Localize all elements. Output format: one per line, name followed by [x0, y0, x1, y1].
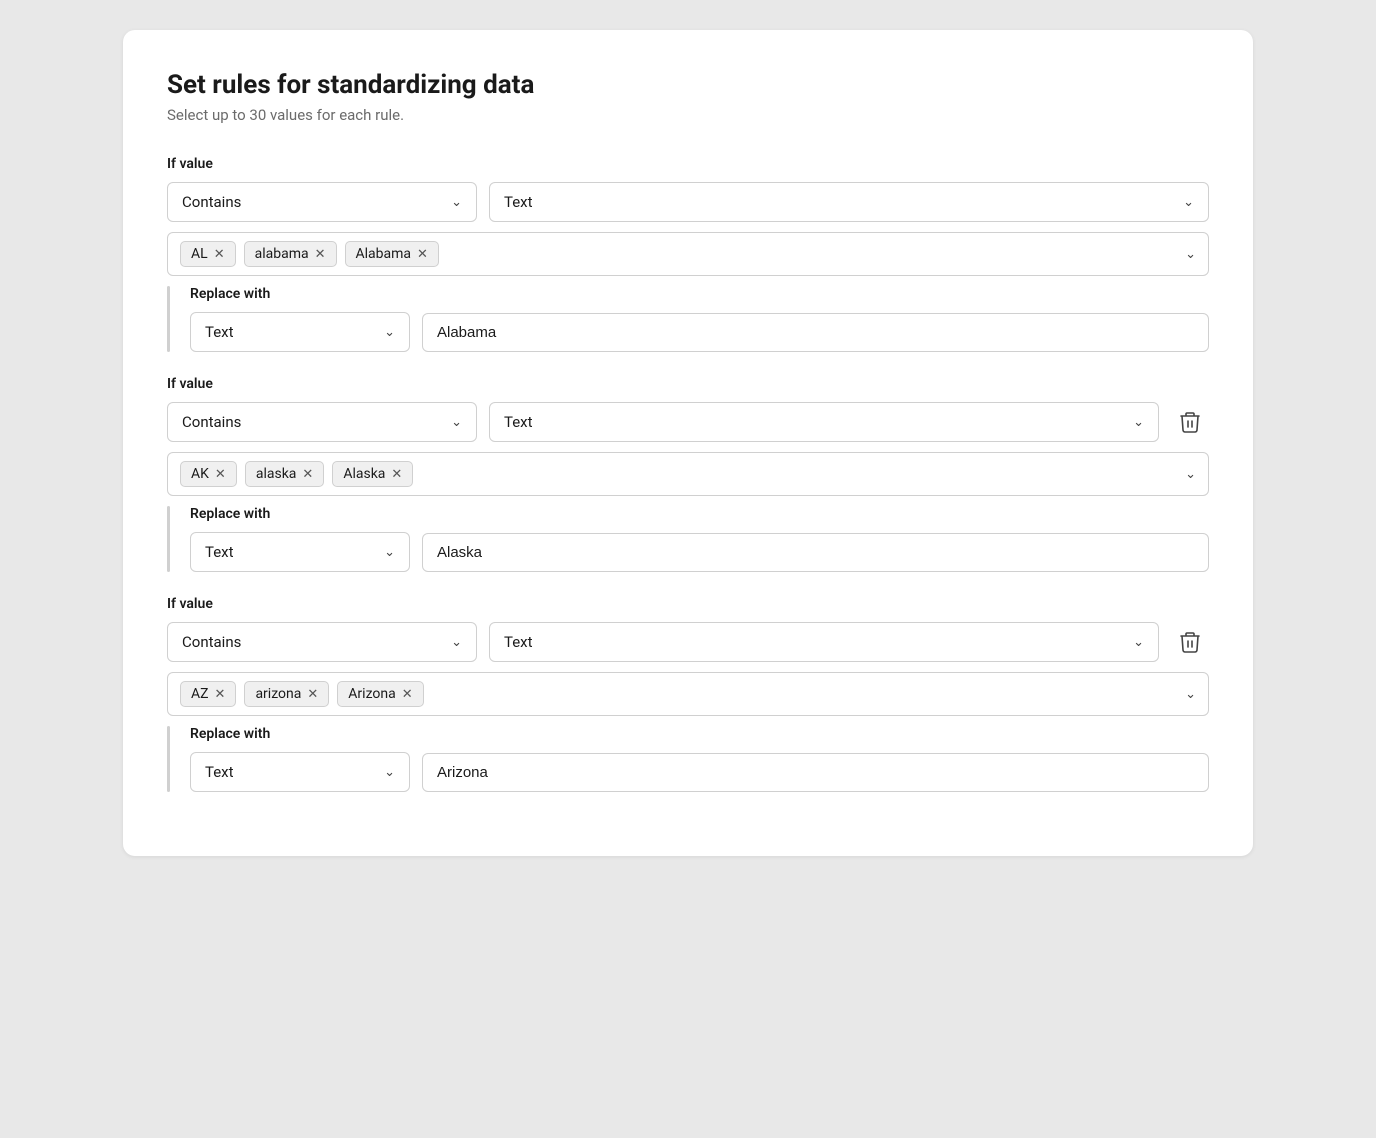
left-border-2 — [167, 506, 170, 572]
replace-label-1: Replace with — [190, 286, 1209, 302]
type-chevron-2: ⌄ — [1133, 415, 1144, 430]
replace-value-input-3[interactable] — [422, 753, 1209, 792]
condition-select-1[interactable]: Contains ⌄ — [167, 182, 477, 222]
delete-rule-button-2[interactable] — [1171, 403, 1209, 441]
tags-chevron-3[interactable]: ⌄ — [1185, 687, 1196, 702]
tags-chevron-2[interactable]: ⌄ — [1185, 467, 1196, 482]
rules-container: If valueContains⌄Text⌄AL✕alabama✕Alabama… — [167, 156, 1209, 792]
tag-label-2-2: alaska — [256, 466, 297, 482]
left-border-1 — [167, 286, 170, 352]
tag-close-2-2[interactable]: ✕ — [302, 468, 313, 481]
condition-row-3: Contains ⌄ Text ⌄ — [167, 622, 1209, 662]
tag-close-1-3[interactable]: ✕ — [417, 248, 428, 261]
condition-chevron-1: ⌄ — [451, 195, 462, 210]
tag-1-2: alabama ✕ — [244, 241, 337, 267]
page-title: Set rules for standardizing data — [167, 70, 1209, 100]
tag-label-1-3: Alabama — [356, 246, 412, 262]
tag-close-1-2[interactable]: ✕ — [315, 248, 326, 261]
tag-label-2-3: Alaska — [343, 466, 385, 482]
tag-2-2: alaska ✕ — [245, 461, 324, 487]
delete-rule-button-3[interactable] — [1171, 623, 1209, 661]
tag-2-3: Alaska ✕ — [332, 461, 413, 487]
tag-3-3: Arizona ✕ — [337, 681, 423, 707]
tag-label-3-1: AZ — [191, 686, 209, 702]
type-chevron-3: ⌄ — [1133, 635, 1144, 650]
if-value-label-3: If value — [167, 596, 1209, 612]
replace-type-value-3: Text — [205, 763, 234, 781]
tags-left-3: AZ ✕ arizona ✕ Arizona ✕ — [180, 681, 424, 707]
page-subtitle: Select up to 30 values for each rule. — [167, 106, 1209, 124]
tags-chevron-1[interactable]: ⌄ — [1185, 247, 1196, 262]
tags-left-1: AL ✕ alabama ✕ Alabama ✕ — [180, 241, 439, 267]
tags-left-2: AK ✕ alaska ✕ Alaska ✕ — [180, 461, 413, 487]
type-value-3: Text — [504, 633, 533, 651]
type-value-1: Text — [504, 193, 533, 211]
replace-chevron-2: ⌄ — [384, 545, 395, 560]
type-chevron-1: ⌄ — [1183, 195, 1194, 210]
tag-close-3-2[interactable]: ✕ — [307, 688, 318, 701]
type-select-2[interactable]: Text ⌄ — [489, 402, 1159, 442]
tag-label-3-2: arizona — [255, 686, 301, 702]
replace-row-3: Text ⌄ — [190, 752, 1209, 792]
replace-label-3: Replace with — [190, 726, 1209, 742]
condition-value-2: Contains — [182, 413, 241, 431]
rule-block-1: If valueContains⌄Text⌄AL✕alabama✕Alabama… — [167, 156, 1209, 352]
type-select-1[interactable]: Text ⌄ — [489, 182, 1209, 222]
replace-value-input-1[interactable] — [422, 313, 1209, 352]
left-border-3 — [167, 726, 170, 792]
replace-row-2: Text ⌄ — [190, 532, 1209, 572]
condition-row-1: Contains ⌄ Text ⌄ — [167, 182, 1209, 222]
rule-block-3: If valueContains⌄Text⌄ AZ✕arizona✕Arizon… — [167, 596, 1209, 792]
condition-value-1: Contains — [182, 193, 241, 211]
tag-label-1-1: AL — [191, 246, 208, 262]
rule-block-2: If value Contains ⌄ Text ⌄ AK ✕ alaska ✕ Alaska ✕… — [167, 376, 1209, 572]
tag-close-2-3[interactable]: ✕ — [391, 468, 402, 481]
condition-row-2: Contains ⌄ Text ⌄ — [167, 402, 1209, 442]
replace-chevron-1: ⌄ — [384, 325, 395, 340]
tag-close-3-1[interactable]: ✕ — [215, 688, 226, 701]
condition-value-3: Contains — [182, 633, 241, 651]
tag-close-2-1[interactable]: ✕ — [215, 468, 226, 481]
tag-3-1: AZ ✕ — [180, 681, 236, 707]
type-value-2: Text — [504, 413, 533, 431]
tag-label-2-1: AK — [191, 466, 209, 482]
replace-type-select-1[interactable]: Text ⌄ — [190, 312, 410, 352]
condition-chevron-2: ⌄ — [451, 415, 462, 430]
tag-label-1-2: alabama — [255, 246, 309, 262]
replace-type-value-1: Text — [205, 323, 234, 341]
replace-value-input-2[interactable] — [422, 533, 1209, 572]
tag-2-1: AK ✕ — [180, 461, 237, 487]
tags-row-3: AZ ✕ arizona ✕ Arizona ✕ ⌄ — [167, 672, 1209, 716]
replace-chevron-3: ⌄ — [384, 765, 395, 780]
replace-block-3: Replace with Text ⌄ — [167, 726, 1209, 792]
tag-3-2: arizona ✕ — [244, 681, 329, 707]
trash-icon — [1180, 411, 1200, 433]
replace-content-3: Replace with Text ⌄ — [190, 726, 1209, 792]
tag-1-1: AL ✕ — [180, 241, 236, 267]
if-value-label-2: If value — [167, 376, 1209, 392]
tags-row-1: AL ✕ alabama ✕ Alabama ✕ ⌄ — [167, 232, 1209, 276]
tag-label-3-3: Arizona — [348, 686, 395, 702]
replace-type-select-2[interactable]: Text ⌄ — [190, 532, 410, 572]
condition-select-2[interactable]: Contains ⌄ — [167, 402, 477, 442]
tag-close-3-3[interactable]: ✕ — [402, 688, 413, 701]
type-select-3[interactable]: Text ⌄ — [489, 622, 1159, 662]
if-value-label-1: If value — [167, 156, 1209, 172]
condition-chevron-3: ⌄ — [451, 635, 462, 650]
main-panel: Set rules for standardizing data Select … — [123, 30, 1253, 856]
replace-content-1: Replace with Text ⌄ — [190, 286, 1209, 352]
tag-1-3: Alabama ✕ — [345, 241, 439, 267]
replace-type-value-2: Text — [205, 543, 234, 561]
replace-label-2: Replace with — [190, 506, 1209, 522]
tag-close-1-1[interactable]: ✕ — [214, 248, 225, 261]
replace-row-1: Text ⌄ — [190, 312, 1209, 352]
replace-block-1: Replace with Text ⌄ — [167, 286, 1209, 352]
trash-icon — [1180, 631, 1200, 653]
replace-type-select-3[interactable]: Text ⌄ — [190, 752, 410, 792]
tags-row-2: AK ✕ alaska ✕ Alaska ✕ ⌄ — [167, 452, 1209, 496]
condition-select-3[interactable]: Contains ⌄ — [167, 622, 477, 662]
replace-content-2: Replace with Text ⌄ — [190, 506, 1209, 572]
replace-block-2: Replace with Text ⌄ — [167, 506, 1209, 572]
